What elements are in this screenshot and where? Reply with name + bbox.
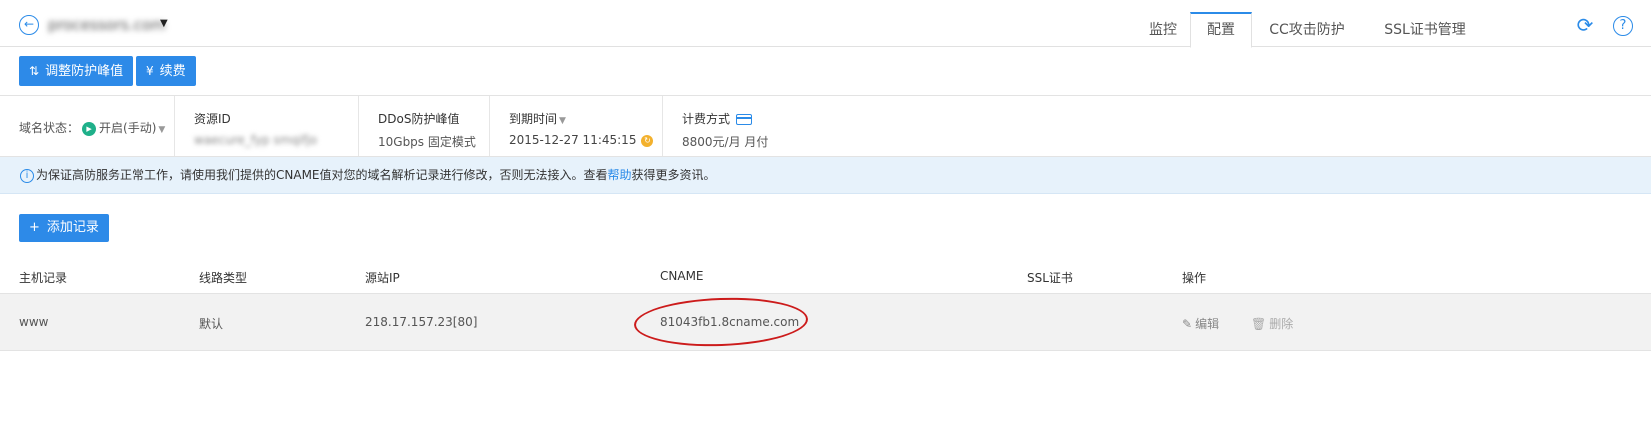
expire-dropdown-caret-icon[interactable]: ▼ [559,116,566,126]
tab-bar: 监控 配置 CC攻击防护 SSL证书管理 [1149,12,1488,48]
table-header: 主机记录 线路类型 源站IP CNAME SSL证书 操作 [0,260,1651,294]
domain-dropdown-caret-icon[interactable]: ▼ [160,18,168,29]
notice-text-before: 为保证高防服务正常工作，请使用我们提供的CNAME值对您的域名解析记录进行修改，… [36,168,608,182]
column-header-actions: 操作 [1182,271,1207,285]
info-icon: i [20,168,34,183]
column-header-host: 主机记录 [19,271,68,285]
ddos-peak-value: 10Gbps 固定模式 [378,135,476,149]
ddos-peak-label: DDoS防护峰值 [378,112,460,126]
status-dropdown-caret-icon[interactable]: ▼ [158,125,165,135]
cell-line: 默认 [199,317,224,331]
billing-cell: 计费方式 8800元/月 月付 [663,96,1651,156]
cell-host: www [19,315,49,329]
back-arrow-icon[interactable]: ← [19,15,39,35]
domain-status-value[interactable]: 开启(手动) [99,121,156,135]
top-bar: ← processors.com ▼ 监控 配置 CC攻击防护 SSL证书管理 … [0,0,1651,48]
column-header-line: 线路类型 [199,271,248,285]
adjust-icon: ⇅ [29,64,40,78]
expire-time-cell: 到期时间 ▼ 2015-12-27 11:45:15 ↻ [490,96,663,156]
clock-icon[interactable]: ↻ [641,134,654,147]
delete-label: 删除 [1269,317,1294,331]
toolbar: ⇅ 调整防护峰值 ¥ 续费 [0,47,1651,95]
help-link[interactable]: 帮助 [608,168,632,182]
column-header-ssl: SSL证书 [1027,271,1073,285]
domain-status-cell: 域名状态： ▶ 开启(手动) ▼ [0,96,175,156]
ddos-peak-cell: DDoS防护峰值 10Gbps 固定模式 [359,96,490,156]
resource-id-label: 资源ID [194,112,231,126]
refresh-icon[interactable]: ⟳ [1575,15,1595,36]
adjust-peak-label: 调整防护峰值 [45,64,124,79]
credit-card-icon[interactable] [736,114,753,125]
delete-action[interactable]: 🗑 删除 [1251,315,1293,332]
play-icon: ▶ [82,121,97,136]
cname-notice: i 为保证高防服务正常工作，请使用我们提供的CNAME值对您的域名解析记录进行修改… [0,157,1651,194]
trash-icon: 🗑 [1251,317,1267,331]
renew-label: 续费 [159,64,186,79]
table-row: www 默认 218.17.157.23[80] 81043fb1.8cname… [0,294,1651,351]
cell-cname: 81043fb1.8cname.com [660,315,800,329]
help-icon[interactable]: ? [1613,16,1633,36]
yen-circle-icon: ¥ [146,64,154,78]
cell-source-ip: 218.17.157.23[80] [365,315,478,329]
plus-icon: + [29,220,40,235]
resource-id-value: waecure_fyp smqifjo [194,133,318,147]
renew-button[interactable]: ¥ 续费 [136,56,196,86]
edit-action[interactable]: ✎ 编辑 [1182,315,1219,332]
expire-time-label: 到期时间 [509,112,558,126]
tab-monitor[interactable]: 监控 [1136,12,1190,47]
tab-config[interactable]: 配置 [1190,12,1252,48]
billing-value: 8800元/月 月付 [682,135,769,149]
expire-time-value: 2015-12-27 11:45:15 [509,133,637,147]
tab-cc-protection[interactable]: CC攻击防护 [1252,12,1362,47]
domain-name: processors.com [48,16,166,34]
info-bar: 域名状态： ▶ 开启(手动) ▼ 资源ID waecure_fyp smqifjo D… [0,95,1651,157]
domain-status-label: 域名状态： [19,121,80,135]
add-record-button[interactable]: + 添加记录 [19,214,109,242]
notice-text-after: 获得更多资讯。 [631,168,716,182]
billing-label: 计费方式 [682,112,731,126]
column-header-cname: CNAME [660,269,704,283]
tab-ssl-management[interactable]: SSL证书管理 [1362,12,1488,47]
adjust-peak-button[interactable]: ⇅ 调整防护峰值 [19,56,134,86]
add-record-label: 添加记录 [46,220,99,235]
resource-id-cell: 资源ID waecure_fyp smqifjo [175,96,359,156]
edit-label: 编辑 [1195,317,1220,331]
edit-icon: ✎ [1182,317,1193,331]
column-header-source-ip: 源站IP [365,271,400,285]
